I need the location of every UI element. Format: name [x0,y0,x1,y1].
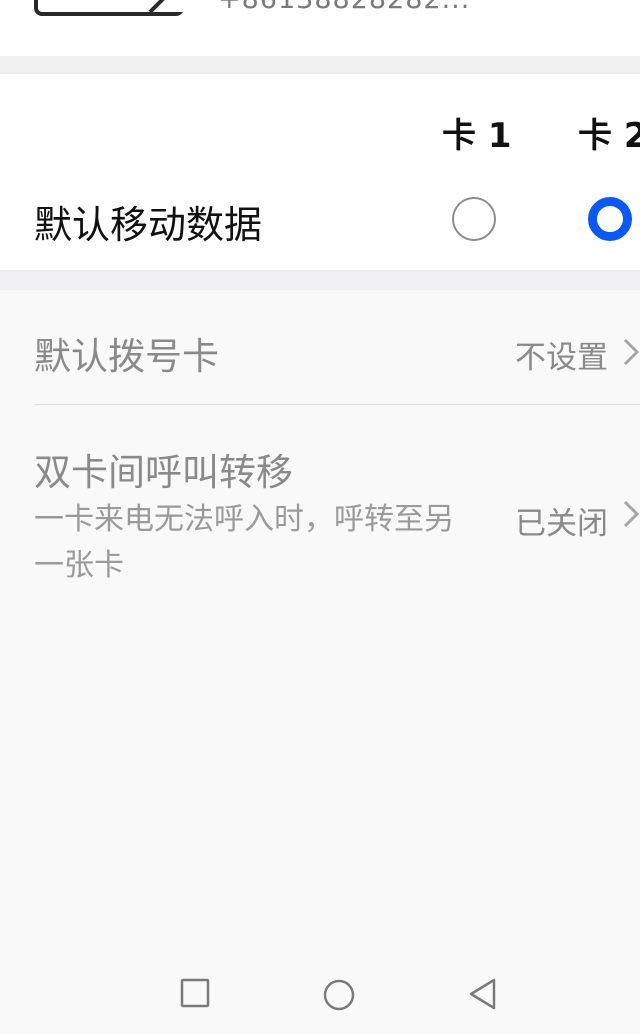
call-forwarding-label: 双卡间呼叫转移 [34,451,293,494]
card2-header: 卡 2 [578,116,640,156]
default-mobile-data-label: 默认移动数据 [34,203,263,247]
sim-number: +86138828282... [218,0,470,15]
default-dial-label: 默认拨号卡 [34,335,219,378]
dual-sim-settings-list: 默认拨号卡 不设置 双卡间呼叫转移 一卡来电无法呼入时，呼转至另一张卡 已关闭 [0,290,640,1034]
call-forwarding-value: 已关闭 [515,506,608,542]
chevron-right-icon [623,338,640,366]
navigation-bar [0,960,640,1034]
card2-radio[interactable] [588,197,632,241]
section-divider [0,56,640,74]
home-icon[interactable] [322,978,356,1012]
section-divider [0,270,640,290]
sim-card-icon [34,0,184,16]
call-forwarding-description: 一卡来电无法呼入时，呼转至另一张卡 [34,502,454,583]
default-mobile-data-section: 卡 1 卡 2 默认移动数据 [0,74,640,348]
recent-apps-icon[interactable] [180,978,210,1008]
card1-header: 卡 1 [442,116,512,156]
default-dial-value: 不设置 [515,340,608,376]
card1-radio[interactable] [452,197,496,241]
chevron-right-icon [623,500,640,528]
sim-info-row: +86138828282... [0,0,640,56]
row-divider [34,404,640,405]
back-icon[interactable] [468,978,498,1010]
